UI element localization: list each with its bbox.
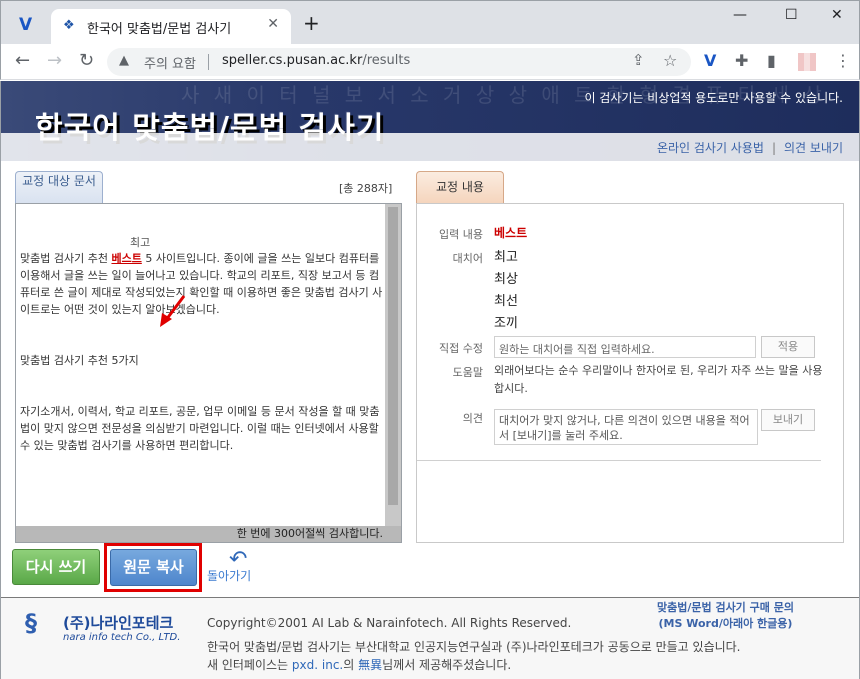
paragraph-3: 자기소개서, 이력서, 학교 리포트, 공문, 업무 이메일 등 문서 작성을 … [20, 405, 380, 452]
scrollbar-thumb[interactable] [388, 207, 398, 505]
footer-credit: 새 인터페이스는 pxd. inc.의 無異님께서 제공해주셨습니다. [207, 656, 511, 673]
extensions-puzzle-icon[interactable]: ✚ [735, 51, 748, 70]
designer-link[interactable]: 無異 [358, 658, 382, 672]
address-separator [208, 54, 209, 70]
corp-name: (주)나라인포테크 [63, 614, 174, 632]
tab-favicon-icon: ❖ [63, 18, 75, 33]
go-back-label: 돌아가기 [207, 569, 252, 583]
copyright-text: Copyright©2001 AI Lab & Narainfotech. Al… [207, 616, 572, 630]
footer-description: 한국어 맞춤법/문법 검사기는 부산대학교 인공지능연구실과 (주)나라인포테크… [207, 640, 741, 654]
send-button[interactable]: 보내기 [761, 409, 815, 431]
purchase-line-1: 맞춤법/문법 검사기 구매 문의 [657, 601, 794, 614]
direct-edit-input[interactable]: 원하는 대치어를 직접 입력하세요. [494, 336, 756, 358]
forward-arrow-icon[interactable]: → [47, 50, 62, 72]
share-icon[interactable]: ⇪ [632, 51, 645, 69]
tab-document[interactable]: 교정 대상 문서 [15, 171, 103, 203]
inline-suggestion: 최고 [130, 236, 151, 249]
url-host: speller.cs.pusan.ac.kr [222, 53, 363, 68]
link-divider: | [771, 141, 776, 155]
purchase-inquiry-link[interactable]: 맞춤법/문법 검사기 구매 문의 (MS Word/아래아 한글용) [657, 600, 794, 632]
input-content-value: 베스트 [494, 226, 528, 240]
bookmark-star-icon[interactable]: ☆ [663, 51, 677, 70]
scrollbar-track[interactable] [385, 204, 401, 527]
red-arrow-icon [160, 295, 186, 327]
p1-before: 맞춤법 검사기 추천 [20, 252, 112, 265]
purchase-line-2: (MS Word/아래아 한글용) [658, 617, 793, 630]
banner-links: 온라인 검사기 사용법 | 의견 보내기 [657, 139, 843, 156]
corp-name-english: nara info tech Co., LTD. [63, 632, 181, 643]
browser-app-icon[interactable]: V [19, 15, 32, 35]
address-bar[interactable]: ▲ 주의 요함 speller.cs.pusan.ac.kr/results ⇪… [107, 48, 691, 76]
new-tab-button[interactable]: + [303, 13, 320, 33]
pxd-link[interactable]: pxd. inc. [292, 658, 343, 672]
candidate-item[interactable]: 최고 [494, 246, 518, 265]
banner-sub-bar: 온라인 검사기 사용법 | 의견 보내기 [1, 133, 859, 161]
browser-toolbar: ← → ↻ ▲ 주의 요함 speller.cs.pusan.ac.kr/res… [0, 44, 860, 80]
window-close-icon[interactable]: ✕ [831, 7, 843, 23]
page-content: 사 새 이 터 널 보 서 소 거 상 상 애 트 한 형 겸 퓨 타 세 상 … [0, 81, 860, 679]
replacement-label: 대치어 [452, 252, 483, 265]
candidate-item[interactable]: 최상 [494, 268, 518, 287]
warning-triangle-icon[interactable]: ▲ [119, 53, 129, 68]
extension-v-icon[interactable]: V [704, 51, 716, 70]
site-footer: § (주)나라인포테크 nara info tech Co., LTD. Cop… [1, 598, 859, 679]
side-panel-icon[interactable]: ▮ [767, 51, 776, 70]
usage-guide-link[interactable]: 온라인 검사기 사용법 [657, 141, 764, 155]
candidate-item[interactable]: 최선 [494, 290, 518, 309]
url-path: /results [362, 53, 411, 68]
go-back-link[interactable]: ↶ 돌아가기 [205, 547, 265, 587]
back-arrow-icon[interactable]: ← [15, 50, 30, 72]
tab-title: 한국어 맞춤법/문법 검사기 [87, 22, 232, 37]
paragraph-2: 맞춤법 검사기 추천 5가지 [20, 354, 139, 367]
input-content-label: 입력 내용 [439, 228, 483, 241]
retry-button[interactable]: 다시 쓰기 [12, 549, 100, 585]
credit-mid: 의 [343, 658, 359, 672]
credit-after: 님께서 제공해주셨습니다. [382, 658, 512, 672]
paragraph-1: 맞춤법 검사기 추천 베스트 5 사이트입니다. 종이에 글을 쓰는 일보다 컴… [20, 250, 385, 318]
browser-tab[interactable]: ❖ 한국어 맞춤법/문법 검사기 ✕ [51, 9, 291, 45]
url-text[interactable]: speller.cs.pusan.ac.kr/results [222, 53, 410, 68]
opinion-label: 의견 [462, 412, 483, 425]
menu-kebab-icon[interactable]: ⋮ [835, 51, 851, 70]
help-label: 도움말 [452, 366, 483, 379]
panel-footer-note: 한 번에 300어절씩 검사합니다. [16, 526, 401, 542]
security-warning-text[interactable]: 주의 요함 [144, 53, 196, 72]
apply-button[interactable]: 적용 [761, 336, 815, 358]
browser-tab-bar: V ❖ 한국어 맞춤법/문법 검사기 ✕ + — ☐ ✕ [0, 0, 860, 45]
tab-close-icon[interactable]: ✕ [267, 16, 279, 32]
corrections-panel: 입력 내용 베스트 대치어 최고 최상 최선 조끼 직접 수정 원하는 대치어를… [416, 203, 844, 543]
panel-divider [417, 460, 821, 461]
document-panel: 최고 맞춤법 검사기 추천 베스트 5 사이트입니다. 종이에 글을 쓰는 일보… [15, 203, 402, 543]
send-feedback-link[interactable]: 의견 보내기 [784, 141, 843, 155]
opinion-textarea[interactable]: 대치어가 맞지 않거나, 다른 의견이 있으면 내용을 적어서 [보내기]를 눌… [494, 409, 758, 445]
usage-notice: 이 검사기는 비상업적 용도로만 사용할 수 있습니다. [584, 91, 843, 105]
profile-avatar[interactable] [798, 53, 816, 71]
help-text: 외래어보다는 순수 우리말이나 한자어로 된, 우리가 자주 쓰는 말을 사용합… [494, 364, 823, 395]
error-word[interactable]: 베스트 [111, 252, 141, 265]
maximize-icon[interactable]: ☐ [785, 7, 798, 23]
document-text[interactable]: 최고 맞춤법 검사기 추천 베스트 5 사이트입니다. 종이에 글을 쓰는 일보… [20, 210, 385, 454]
reload-icon[interactable]: ↻ [79, 50, 94, 72]
candidate-item[interactable]: 조끼 [494, 312, 518, 331]
credit-before: 새 인터페이스는 [207, 658, 292, 672]
corp-logo-icon: § [25, 609, 37, 637]
tab-corrections[interactable]: 교정 내용 [416, 171, 504, 203]
char-count: [총 288자] [339, 182, 393, 195]
minimize-icon[interactable]: — [733, 7, 747, 23]
direct-edit-label: 직접 수정 [439, 342, 483, 355]
copy-original-button[interactable]: 원문 복사 [110, 549, 197, 586]
